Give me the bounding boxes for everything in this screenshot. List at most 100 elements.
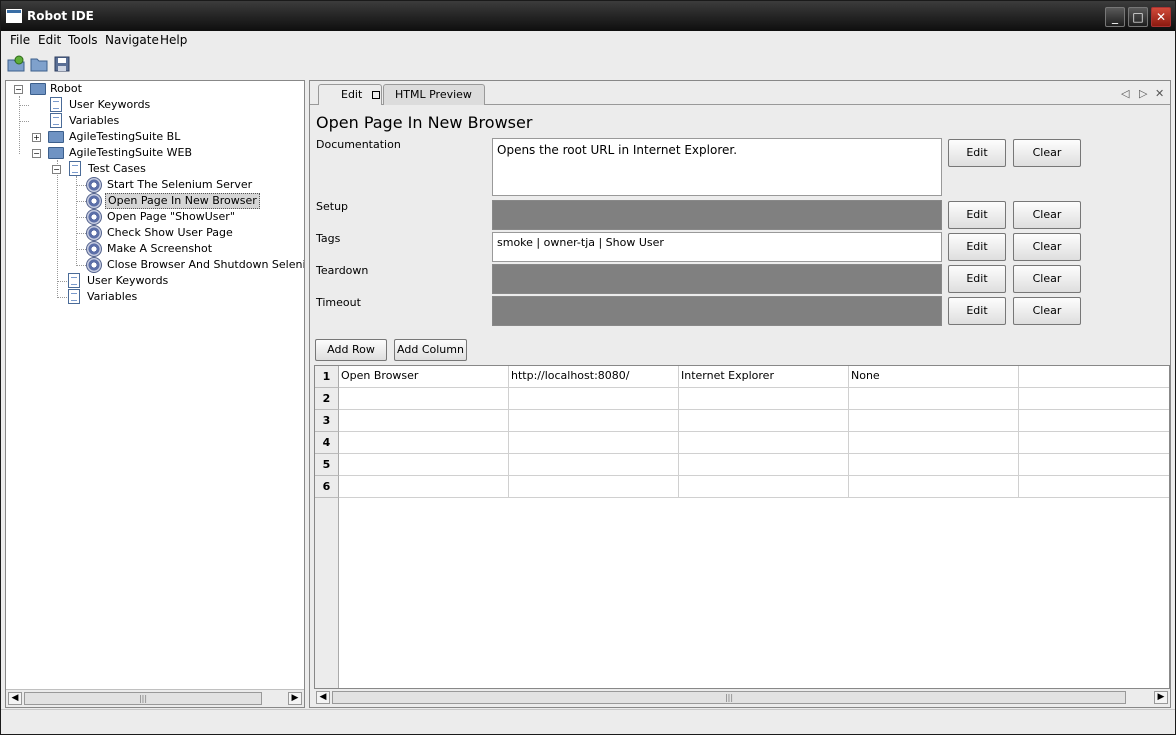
timeout-edit-button[interactable]: Edit (948, 297, 1006, 325)
tree-node-test-case[interactable]: Make A Screenshot (86, 241, 304, 257)
tree-node-suite-bl[interactable]: + AgileTestingSuite BL (32, 129, 192, 145)
table-cell[interactable] (339, 388, 509, 410)
table-cell[interactable]: Internet Explorer (679, 366, 849, 388)
teardown-edit-button[interactable]: Edit (948, 265, 1006, 293)
row-number[interactable]: 5 (315, 454, 339, 476)
tags-field[interactable]: smoke | owner-tja | Show User (492, 232, 942, 262)
tab-edit[interactable]: Edit (318, 84, 382, 105)
collapse-icon[interactable]: − (52, 165, 61, 174)
scrollbar-thumb[interactable]: ||| (24, 692, 262, 705)
menu-help[interactable]: Help (160, 33, 187, 47)
add-row-button[interactable]: Add Row (315, 339, 387, 361)
teardown-field[interactable] (492, 264, 942, 294)
tree-node-label: User Keywords (87, 274, 169, 287)
table-cell[interactable] (849, 476, 1019, 498)
table-cell[interactable] (509, 432, 679, 454)
tree-node-web-user-keywords[interactable]: User Keywords (68, 273, 208, 289)
table-cell[interactable] (1019, 366, 1169, 388)
table-cell[interactable] (1019, 410, 1169, 432)
table-cell[interactable] (849, 410, 1019, 432)
tree-node-user-keywords[interactable]: User Keywords (30, 97, 180, 113)
table-cell[interactable] (849, 388, 1019, 410)
scroll-left-icon[interactable]: ◀ (316, 691, 330, 704)
scroll-right-icon[interactable]: ▶ (1154, 691, 1168, 704)
timeout-clear-button[interactable]: Clear (1013, 297, 1081, 325)
tree-node-test-case[interactable]: Close Browser And Shutdown Selenium Serv… (86, 257, 304, 273)
tree-guide (19, 121, 29, 122)
tree-node-test-case[interactable]: Start The Selenium Server (86, 177, 304, 193)
table-cell[interactable] (679, 410, 849, 432)
tree-node-test-case[interactable]: Open Page "ShowUser" (86, 209, 304, 225)
app-window-icon (6, 9, 22, 23)
collapse-icon[interactable]: − (32, 149, 41, 158)
table-cell[interactable] (339, 454, 509, 476)
scroll-right-icon[interactable]: ▶ (288, 692, 302, 705)
table-cell[interactable] (849, 454, 1019, 476)
setup-field[interactable] (492, 200, 942, 230)
documentation-clear-button[interactable]: Clear (1013, 139, 1081, 167)
row-number[interactable]: 2 (315, 388, 339, 410)
add-column-button[interactable]: Add Column (394, 339, 467, 361)
menu-edit[interactable]: Edit (38, 33, 61, 47)
menu-tools[interactable]: Tools (68, 33, 98, 47)
tab-next-icon[interactable]: ▷ (1139, 87, 1147, 100)
maximize-button[interactable]: □ (1128, 7, 1148, 27)
collapse-icon[interactable]: − (14, 85, 23, 94)
table-cell[interactable] (1019, 454, 1169, 476)
tags-edit-button[interactable]: Edit (948, 233, 1006, 261)
tags-clear-button[interactable]: Clear (1013, 233, 1081, 261)
menu-navigate[interactable]: Navigate (105, 33, 159, 47)
table-cell[interactable]: None (849, 366, 1019, 388)
timeout-field[interactable] (492, 296, 942, 326)
tab-prev-icon[interactable]: ◁ (1121, 87, 1129, 100)
table-cell[interactable] (679, 454, 849, 476)
tree-node-variables[interactable]: Variables (30, 113, 180, 129)
tab-html-preview[interactable]: HTML Preview (383, 84, 485, 105)
setup-clear-button[interactable]: Clear (1013, 201, 1081, 229)
tree-node-test-case-selected[interactable]: Open Page In New Browser (86, 193, 304, 209)
table-cell[interactable] (1019, 476, 1169, 498)
row-number[interactable]: 6 (315, 476, 339, 498)
documentation-edit-button[interactable]: Edit (948, 139, 1006, 167)
tree-horizontal-scrollbar[interactable]: ◀ ||| ▶ (6, 689, 304, 707)
table-cell[interactable] (679, 388, 849, 410)
table-cell[interactable] (1019, 388, 1169, 410)
table-cell[interactable] (509, 410, 679, 432)
tree-node-test-case[interactable]: Check Show User Page (86, 225, 304, 241)
table-cell[interactable] (679, 476, 849, 498)
table-cell[interactable] (339, 476, 509, 498)
row-number[interactable]: 4 (315, 432, 339, 454)
teardown-clear-button[interactable]: Clear (1013, 265, 1081, 293)
menu-file[interactable]: File (10, 33, 30, 47)
row-number[interactable]: 3 (315, 410, 339, 432)
table-cell[interactable] (509, 476, 679, 498)
expand-icon[interactable]: + (32, 133, 41, 142)
table-cell[interactable]: Open Browser (339, 366, 509, 388)
table-cell[interactable] (509, 454, 679, 476)
table-cell[interactable] (849, 432, 1019, 454)
scrollbar-thumb[interactable]: ||| (332, 691, 1126, 704)
close-window-button[interactable]: ✕ (1151, 7, 1171, 27)
table-cell[interactable] (509, 388, 679, 410)
row-number[interactable]: 1 (315, 366, 339, 388)
minimize-button[interactable]: _ (1105, 7, 1125, 27)
open-folder-icon[interactable] (30, 55, 48, 73)
table-horizontal-scrollbar[interactable]: ◀ ||| ▶ (314, 689, 1170, 706)
table-cell[interactable] (339, 432, 509, 454)
table-cell[interactable] (1019, 432, 1169, 454)
tree-node-test-cases[interactable]: − Test Cases (52, 161, 172, 177)
setup-edit-button[interactable]: Edit (948, 201, 1006, 229)
new-project-icon[interactable] (7, 55, 25, 73)
document-icon (69, 161, 81, 176)
table-cell[interactable] (339, 410, 509, 432)
tab-close-icon[interactable] (372, 91, 380, 99)
save-icon[interactable] (53, 55, 71, 73)
scroll-left-icon[interactable]: ◀ (8, 692, 22, 705)
tab-close-all-icon[interactable]: ✕ (1155, 87, 1164, 100)
tree-node-robot[interactable]: − Robot (14, 81, 134, 97)
tree-node-web-variables[interactable]: Variables (68, 289, 208, 305)
documentation-field[interactable]: Opens the root URL in Internet Explorer. (492, 138, 942, 196)
table-cell[interactable] (679, 432, 849, 454)
table-cell[interactable]: http://localhost:8080/ (509, 366, 679, 388)
tree-node-suite-web[interactable]: − AgileTestingSuite WEB (32, 145, 202, 161)
